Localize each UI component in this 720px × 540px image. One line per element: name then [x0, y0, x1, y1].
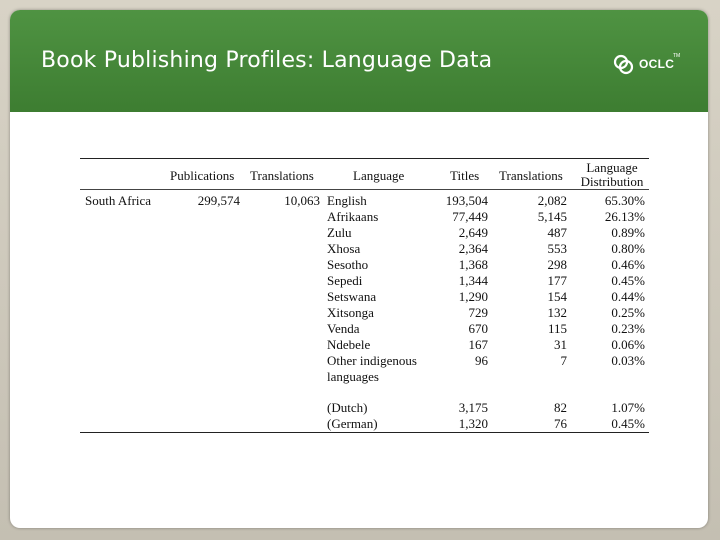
col-header-distribution-line1: Language	[586, 160, 638, 175]
oclc-logo: OCLC TM	[613, 53, 687, 77]
slide-title: Book Publishing Profiles: Language Data	[41, 48, 493, 73]
lang-translations-cell: 298	[547, 257, 568, 272]
distribution-cell: 1.07%	[611, 400, 645, 415]
logo-trademark: TM	[673, 53, 681, 59]
titles-cell: 1,320	[458, 416, 488, 431]
lang-translations-cell: 132	[547, 305, 568, 320]
col-header-language: Language	[353, 168, 405, 183]
header-rule	[80, 189, 649, 190]
titles-cell: 96	[475, 353, 488, 368]
slide: Book Publishing Profiles: Language Data …	[10, 10, 708, 528]
language-cell: Xitsonga	[327, 305, 374, 320]
distribution-cell: 26.13%	[604, 209, 645, 224]
language-cell: English	[327, 193, 367, 208]
lang-translations-cell: 82	[554, 400, 567, 415]
titles-cell: 729	[468, 305, 489, 320]
distribution-cell: 0.25%	[611, 305, 645, 320]
language-cell: Zulu	[327, 225, 352, 240]
translations-cell: 10,063	[284, 193, 320, 208]
language-cell: Sepedi	[327, 273, 363, 288]
oclc-circle-icon	[613, 54, 634, 75]
lang-translations-cell: 76	[554, 416, 567, 431]
col-header-distribution-line2: Distribution	[580, 174, 644, 189]
language-cell: (Dutch)	[327, 400, 368, 415]
lang-translations-cell: 553	[547, 241, 568, 256]
distribution-cell: 0.45%	[611, 416, 645, 431]
distribution-cell: 0.44%	[611, 289, 645, 304]
lang-translations-cell: 115	[547, 321, 567, 336]
lang-translations-cell: 5,145	[537, 209, 567, 224]
titles-cell: 193,504	[445, 193, 488, 208]
lang-translations-cell: 177	[547, 273, 568, 288]
lang-translations-cell: 31	[554, 337, 567, 352]
titles-cell: 3,175	[458, 400, 488, 415]
slide-frame: Book Publishing Profiles: Language Data …	[0, 0, 720, 540]
language-cell: Afrikaans	[327, 209, 379, 224]
language-cell: Ndebele	[327, 337, 371, 352]
slide-header: Book Publishing Profiles: Language Data …	[10, 10, 708, 112]
language-cell: Xhosa	[327, 241, 361, 256]
titles-cell: 1,344	[458, 273, 488, 288]
distribution-cell: 0.45%	[611, 273, 645, 288]
titles-cell: 2,364	[458, 241, 488, 256]
lang-translations-cell: 2,082	[537, 193, 567, 208]
lang-translations-cell: 487	[547, 225, 568, 240]
distribution-cell: 0.46%	[611, 257, 645, 272]
titles-cell: 167	[468, 337, 489, 352]
distribution-cell: 65.30%	[604, 193, 645, 208]
col-header-distribution: Language Distribution	[577, 161, 647, 189]
distribution-cell: 0.80%	[611, 241, 645, 256]
titles-cell: 1,290	[458, 289, 488, 304]
distribution-cell: 0.06%	[611, 337, 645, 352]
logo-wordmark: OCLC	[639, 57, 675, 71]
col-header-lang-translations: Translations	[499, 168, 563, 183]
distribution-cell: 0.03%	[611, 353, 645, 368]
country-cell: South Africa	[85, 193, 152, 208]
language-cell: (German)	[327, 416, 378, 431]
titles-cell: 670	[468, 321, 489, 336]
publications-cell: 299,574	[197, 193, 240, 208]
lang-translations-cell: 7	[560, 353, 568, 368]
language-cell: Other indigenous	[327, 353, 417, 368]
language-cell: Sesotho	[327, 257, 369, 272]
distribution-cell: 0.23%	[611, 321, 645, 336]
col-header-titles: Titles	[450, 168, 480, 183]
language-cell: Setswana	[327, 289, 377, 304]
titles-cell: 77,449	[452, 209, 488, 224]
language-data-table: Publications Translations Language Title…	[80, 158, 649, 433]
col-header-publications: Publications	[170, 168, 235, 183]
titles-cell: 2,649	[458, 225, 488, 240]
col-header-translations: Translations	[250, 168, 314, 183]
distribution-cell: 0.89%	[611, 225, 645, 240]
lang-translations-cell: 154	[547, 289, 568, 304]
language-cell-line2: languages	[327, 369, 379, 384]
language-cell: Venda	[327, 321, 360, 336]
titles-cell: 1,368	[458, 257, 488, 272]
